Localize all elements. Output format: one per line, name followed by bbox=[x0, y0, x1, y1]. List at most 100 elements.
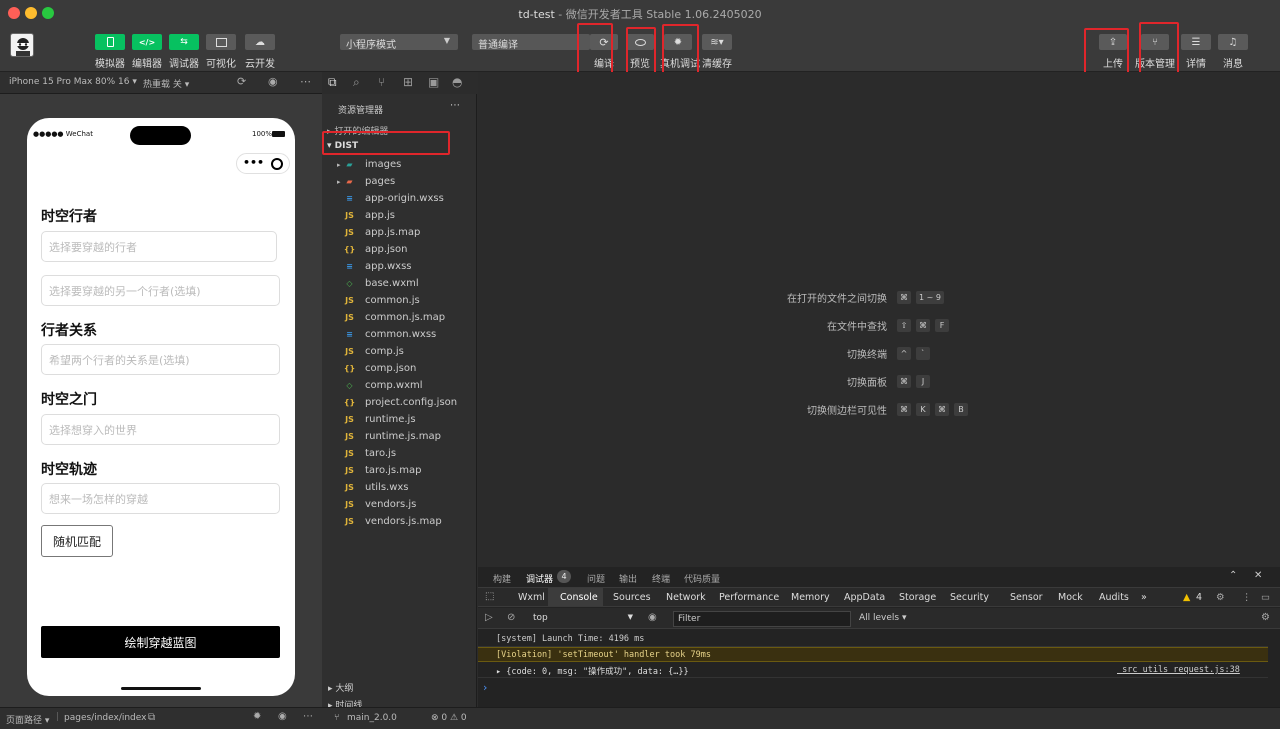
draw-blueprint-button[interactable]: 绘制穿越蓝图 bbox=[41, 626, 280, 658]
compile-mode-select[interactable]: 普通编译 bbox=[472, 34, 590, 51]
eye-icon[interactable]: ◉ bbox=[648, 612, 657, 623]
log-levels-select[interactable]: All levels ▾ bbox=[859, 613, 907, 623]
file-item[interactable]: JS utils.wxs bbox=[344, 479, 474, 496]
second-walker-input[interactable]: 选择要穿越的另一个行者(选填) bbox=[41, 275, 280, 306]
bell-icon: ♫ bbox=[1228, 36, 1238, 48]
file-item[interactable]: ≡ app.wxss bbox=[344, 258, 474, 275]
file-item[interactable]: JS app.js.map bbox=[344, 224, 474, 241]
file-item[interactable]: JS runtime.js.map bbox=[344, 428, 474, 445]
devtools-tab-sensor[interactable]: Sensor bbox=[1010, 592, 1043, 603]
messages-button[interactable]: ♫ bbox=[1218, 34, 1248, 50]
file-item[interactable]: ◇ base.wxml bbox=[344, 275, 474, 292]
outline-header[interactable]: ▸ 大纲 bbox=[322, 678, 477, 695]
tab-problems[interactable]: 问题 bbox=[587, 572, 605, 585]
filter-input[interactable]: Filter bbox=[673, 611, 851, 627]
devtools-tab-sources[interactable]: Sources bbox=[613, 592, 651, 603]
close-mini-program-icon[interactable] bbox=[271, 158, 283, 170]
collapse-panel-icon[interactable]: ⌃ bbox=[1229, 570, 1237, 581]
file-item[interactable]: JS taro.js bbox=[344, 445, 474, 462]
dock-icon[interactable]: ▭ bbox=[1261, 592, 1270, 603]
relation-input[interactable]: 希望两个行者的关系是(选填) bbox=[41, 344, 280, 375]
clear-cache-button[interactable]: ≋▾ bbox=[702, 34, 732, 50]
copy-icon[interactable]: ⧉ bbox=[148, 712, 155, 723]
eye-icon[interactable]: ◉ bbox=[278, 711, 287, 722]
inspect-icon[interactable]: ⬚ bbox=[485, 591, 494, 602]
extensions-icon[interactable]: ⊞ bbox=[403, 75, 413, 89]
shortcut-keys: ⌘ J bbox=[897, 375, 930, 388]
rotate-icon[interactable]: ⟳ bbox=[237, 75, 246, 88]
devtools-tab-wxml[interactable]: Wxml bbox=[518, 592, 545, 603]
debugger-toggle-button[interactable]: ⇆ bbox=[169, 34, 199, 50]
stop-icon[interactable]: ◉ bbox=[268, 75, 278, 88]
file-item[interactable]: JS vendors.js bbox=[344, 496, 474, 513]
context-select[interactable]: top ▼ bbox=[529, 610, 637, 627]
more-tabs-icon[interactable]: » bbox=[1141, 592, 1147, 603]
bug-icon[interactable]: ✹ bbox=[253, 711, 261, 722]
visual-toggle-button[interactable] bbox=[206, 34, 236, 50]
explorer-more-icon[interactable]: ⋯ bbox=[450, 100, 460, 111]
file-item[interactable]: ≡ common.wxss bbox=[344, 326, 474, 343]
close-panel-icon[interactable]: ✕ bbox=[1254, 570, 1262, 581]
sidebar-toggle-icon[interactable]: ▷ bbox=[485, 612, 493, 623]
file-item[interactable]: {} app.json bbox=[344, 241, 474, 258]
settings-icon[interactable]: ⚙ bbox=[1216, 592, 1225, 603]
devtools-tab-audits[interactable]: Audits bbox=[1099, 592, 1129, 603]
git-branch[interactable]: main_2.0.0 bbox=[347, 713, 397, 723]
docker-icon[interactable]: ◓ bbox=[452, 75, 462, 89]
problems-count[interactable]: ⊗ 0 ⚠ 0 bbox=[431, 713, 467, 723]
console-settings-icon[interactable]: ⚙ bbox=[1261, 612, 1270, 623]
devtools-tab-storage[interactable]: Storage bbox=[899, 592, 936, 603]
log-source-link[interactable]: _src_utils_request.js:38 bbox=[1117, 665, 1240, 675]
file-item[interactable]: ≡ app-origin.wxss bbox=[344, 190, 474, 207]
mode-select[interactable]: 小程序模式 ▼ bbox=[340, 34, 458, 51]
devtools-tab-mock[interactable]: Mock bbox=[1058, 592, 1083, 603]
tab-terminal[interactable]: 终端 bbox=[652, 572, 670, 585]
file-item[interactable]: {} project.config.json bbox=[344, 394, 474, 411]
more-icon[interactable]: ⋯ bbox=[300, 75, 311, 88]
folder-icon: ▰ bbox=[346, 177, 353, 186]
devtools-tab-security[interactable]: Security bbox=[950, 592, 989, 603]
clear-console-icon[interactable]: ⊘ bbox=[507, 612, 515, 623]
device-select[interactable]: iPhone 15 Pro Max 80% 16 ▾ bbox=[9, 77, 137, 87]
file-item[interactable]: JS runtime.js bbox=[344, 411, 474, 428]
file-item[interactable]: ▸ ▰ images bbox=[337, 156, 474, 173]
tab-output[interactable]: 输出 bbox=[619, 572, 637, 585]
random-match-button[interactable]: 随机匹配 bbox=[41, 525, 113, 557]
hot-reload-select[interactable]: 热重载 关 ▾ bbox=[143, 77, 189, 90]
walker-input[interactable]: 选择要穿越的行者 bbox=[41, 231, 277, 262]
file-item[interactable]: JS taro.js.map bbox=[344, 462, 474, 479]
devtools-tab-network[interactable]: Network bbox=[666, 592, 706, 603]
avatar[interactable] bbox=[10, 33, 34, 57]
console-prompt[interactable]: › bbox=[483, 681, 487, 694]
world-input[interactable]: 选择想穿入的世界 bbox=[41, 414, 280, 445]
dynamic-island bbox=[130, 126, 191, 145]
details-button[interactable]: ☰ bbox=[1181, 34, 1211, 50]
tab-build[interactable]: 构建 bbox=[493, 572, 511, 585]
file-item[interactable]: JS vendors.js.map bbox=[344, 513, 474, 530]
file-item[interactable]: JS common.js bbox=[344, 292, 474, 309]
tab-code-quality[interactable]: 代码质量 bbox=[684, 572, 720, 585]
more-dots-icon[interactable]: ••• bbox=[243, 156, 264, 169]
cloud-dev-button[interactable]: ☁ bbox=[245, 34, 275, 50]
search-icon[interactable]: ⌕ bbox=[353, 75, 360, 90]
page-path-select[interactable]: 页面路径 ▾ bbox=[6, 713, 49, 726]
more-icon[interactable]: ⋯ bbox=[303, 711, 313, 722]
file-item[interactable]: ▸ ▰ pages bbox=[337, 173, 474, 190]
editor-toggle-button[interactable]: </> bbox=[132, 34, 162, 50]
file-item[interactable]: ◇ comp.wxml bbox=[344, 377, 474, 394]
devtools-tab-memory[interactable]: Memory bbox=[791, 592, 830, 603]
tab-debugger[interactable]: 调试器 bbox=[526, 572, 553, 585]
file-item[interactable]: JS app.js bbox=[344, 207, 474, 224]
files-icon[interactable]: ⧉ bbox=[328, 75, 337, 90]
source-control-icon[interactable]: ⑂ bbox=[378, 75, 385, 89]
simulator-toggle-button[interactable] bbox=[95, 34, 125, 50]
devtools-tab-performance[interactable]: Performance bbox=[719, 592, 779, 603]
file-item[interactable]: JS comp.js bbox=[344, 343, 474, 360]
devtools-tab-console[interactable]: Console bbox=[560, 592, 598, 603]
devtools-tab-appdata[interactable]: AppData bbox=[844, 592, 885, 603]
file-item[interactable]: JS common.js.map bbox=[344, 309, 474, 326]
file-item[interactable]: {} comp.json bbox=[344, 360, 474, 377]
trajectory-input[interactable]: 想来一场怎样的穿越 bbox=[41, 483, 280, 514]
kebab-menu-icon[interactable]: ⋮ bbox=[1242, 592, 1252, 603]
image-icon[interactable]: ▣ bbox=[428, 75, 439, 89]
